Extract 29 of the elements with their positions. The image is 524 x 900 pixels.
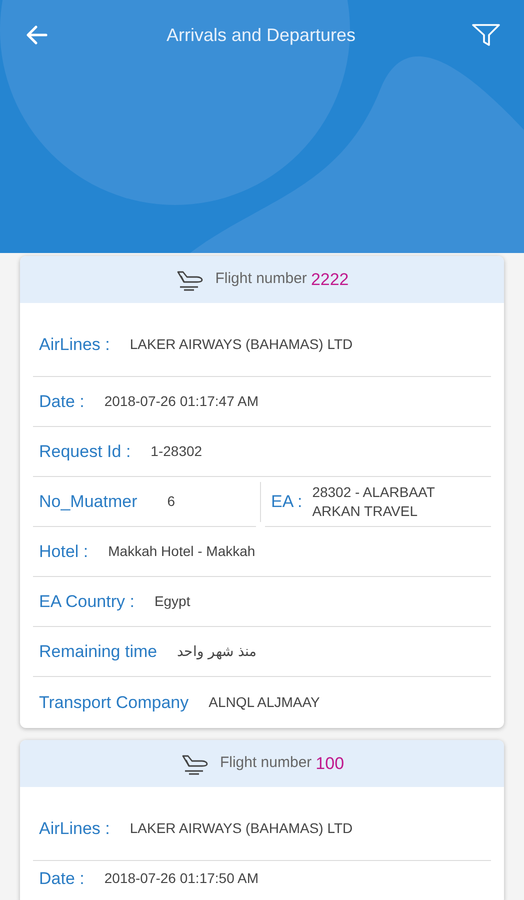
field-value: Makkah Hotel - Makkah	[108, 542, 256, 561]
field-value: 6	[167, 492, 176, 511]
page-title: Arrivals and Departures	[166, 24, 356, 47]
field-value: Egypt	[154, 592, 190, 611]
flight-number: 2222	[310, 268, 349, 291]
field-label: Request Id :	[39, 440, 131, 463]
flight-number-label: Flight number	[220, 753, 312, 774]
field-value: 2018-07-26 01:17:47 AM	[104, 392, 258, 411]
field-label: EA :	[271, 490, 302, 513]
field-label: Transport Company	[39, 692, 189, 714]
field-value: LAKER AIRWAYS (BAHAMAS) LTD	[130, 819, 353, 838]
field-label: Date :	[39, 390, 84, 413]
back-arrow-icon	[25, 23, 49, 47]
field-value: 2018-07-26 01:17:50 AM	[104, 869, 258, 888]
field-label: No_Muatmer	[39, 490, 138, 513]
field-label: AirLines :	[39, 334, 110, 356]
field-label: Remaining time	[39, 640, 158, 663]
field-label: Date :	[39, 868, 84, 890]
field-value: ALNQL ALJMAAY	[208, 693, 320, 712]
field-label: AirLines :	[39, 818, 110, 840]
field-label: EA Country :	[39, 590, 134, 613]
field-value: 1-28302	[150, 442, 202, 461]
flight-number: 100	[316, 752, 344, 775]
field-value: LAKER AIRWAYS (BAHAMAS) LTD	[130, 335, 353, 354]
field-value: 28302 - ALARBAAT ARKAN TRAVEL	[312, 482, 436, 520]
flight-number-label: Flight number	[215, 269, 307, 290]
field-label: Hotel :	[39, 540, 88, 563]
field-value: منذ شهر واحد	[177, 642, 257, 662]
filter-icon	[471, 22, 501, 48]
